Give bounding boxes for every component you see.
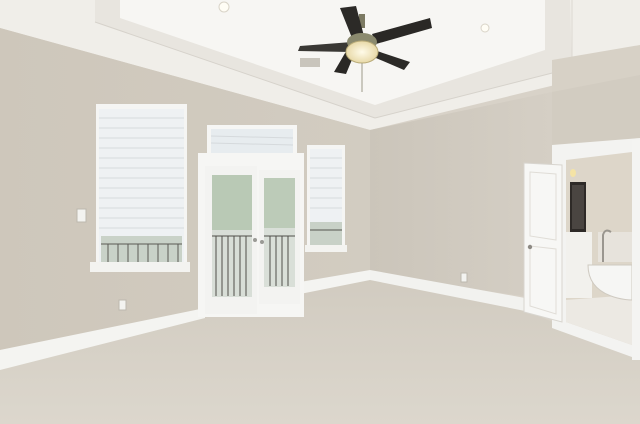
ac-vent: [300, 58, 320, 67]
bathroom-doorway: [552, 138, 640, 360]
right-window: [305, 145, 347, 252]
french-doors[interactable]: [198, 153, 304, 317]
room-illustration: [0, 0, 640, 424]
door-frame: [632, 140, 640, 360]
sconce: [570, 169, 576, 177]
recessed-light: [480, 23, 490, 33]
recessed-light: [218, 1, 230, 13]
window-sill: [90, 262, 190, 272]
door-knob: [527, 244, 533, 250]
bedroom-photo: [0, 0, 640, 424]
door-handle: [260, 240, 264, 244]
wall-outlet: [460, 272, 468, 283]
wall-outlet: [118, 299, 127, 311]
fan-light-bowl: [345, 40, 379, 64]
light-switch[interactable]: [76, 208, 87, 223]
bathroom-door[interactable]: [523, 162, 563, 323]
left-window: [90, 104, 190, 272]
door-handle: [253, 238, 257, 242]
